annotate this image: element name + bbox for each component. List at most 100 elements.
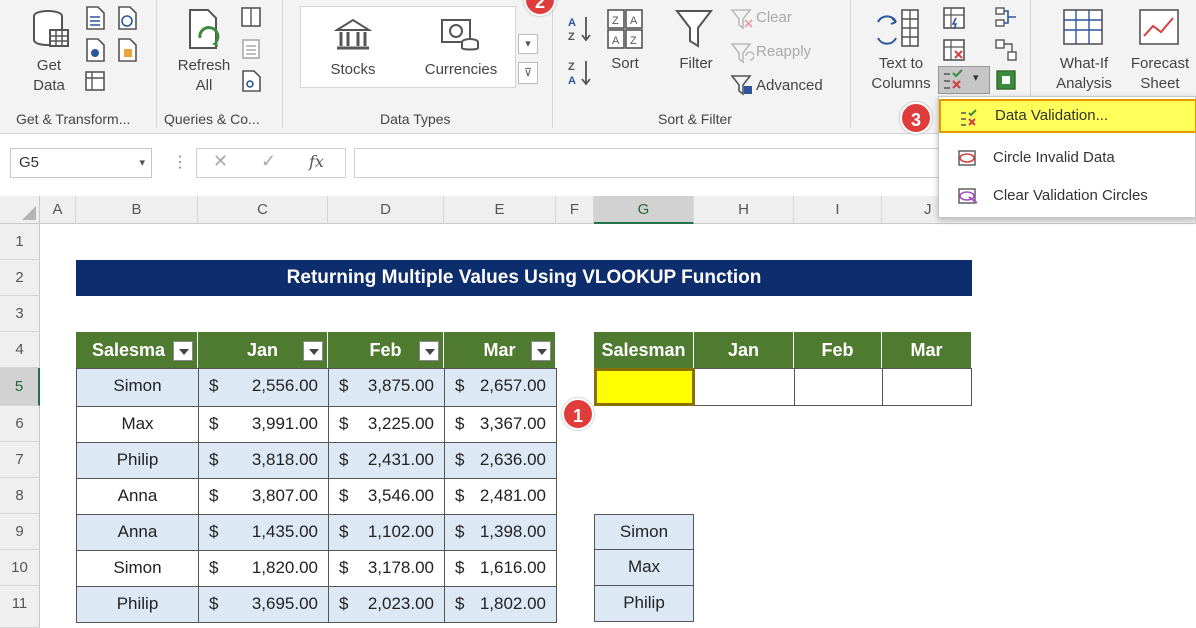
data-validation-dropdown-button[interactable]: ▾ <box>938 66 990 94</box>
amount-cell[interactable]: $2,657.00 <box>444 368 557 407</box>
right-cell-i5[interactable] <box>794 368 883 406</box>
column-header-c[interactable]: C <box>198 196 328 224</box>
edit-links-icon[interactable] <box>240 70 262 92</box>
column-header-a[interactable]: A <box>40 196 76 224</box>
from-web-icon[interactable] <box>116 6 138 30</box>
column-header-f[interactable]: F <box>556 196 594 224</box>
row-header-5[interactable]: 5 <box>0 368 40 406</box>
amount-cell[interactable]: $1,398.00 <box>444 514 557 551</box>
amount-cell[interactable]: $2,431.00 <box>328 442 445 479</box>
amount-cell[interactable]: $3,875.00 <box>328 368 445 407</box>
refresh-all-button[interactable]: Refresh All <box>174 56 234 96</box>
enter-icon[interactable]: ✓ <box>261 151 276 172</box>
filter-dropdown-button[interactable] <box>303 341 323 361</box>
existing-connections-icon[interactable] <box>84 70 106 92</box>
flash-fill-icon[interactable] <box>942 6 966 30</box>
column-header-e[interactable]: E <box>444 196 556 224</box>
name-list-item[interactable]: Max <box>594 550 694 586</box>
recent-sources-icon[interactable] <box>116 38 138 62</box>
amount-cell[interactable]: $3,991.00 <box>198 406 329 443</box>
salesman-cell[interactable]: Max <box>76 406 199 443</box>
amount-cell[interactable]: $1,802.00 <box>444 586 557 623</box>
salesman-cell[interactable]: Anna <box>76 478 199 515</box>
consolidate-icon[interactable] <box>994 6 1018 30</box>
amount-cell[interactable]: $2,556.00 <box>198 368 329 407</box>
column-header-g[interactable]: G <box>594 196 694 224</box>
what-if-analysis-button[interactable]: What-If Analysis <box>1046 54 1122 94</box>
sort-z-a-icon[interactable]: ZA <box>568 58 594 88</box>
menu-item-circle-invalid-data[interactable]: Circle Invalid Data <box>939 141 1196 175</box>
column-header-h[interactable]: H <box>694 196 794 224</box>
right-cell-h5[interactable] <box>694 368 795 406</box>
amount-cell[interactable]: $1,616.00 <box>444 550 557 587</box>
amount-value: 2,657.00 <box>479 376 546 395</box>
filter-dropdown-button[interactable] <box>173 341 193 361</box>
column-header-i[interactable]: I <box>794 196 882 224</box>
row-header-4[interactable]: 4 <box>0 332 40 368</box>
get-data-button[interactable]: Get Data <box>20 56 78 96</box>
salesman-cell[interactable]: Philip <box>76 586 199 623</box>
from-table-icon[interactable] <box>84 38 106 62</box>
cancel-icon[interactable]: ✕ <box>213 151 228 172</box>
salesman-cell[interactable]: Anna <box>76 514 199 551</box>
sort-a-z-icon[interactable]: AZ <box>568 14 594 44</box>
selected-cell-g5[interactable] <box>594 368 695 406</box>
reapply-button[interactable]: Reapply <box>756 42 811 62</box>
row-header-3[interactable]: 3 <box>0 296 40 332</box>
gallery-more-button[interactable]: ▾ <box>518 34 538 54</box>
row-header-7[interactable]: 7 <box>0 442 40 478</box>
amount-cell[interactable]: $2,636.00 <box>444 442 557 479</box>
amount-value: 2,636.00 <box>479 450 546 469</box>
amount-cell[interactable]: $1,820.00 <box>198 550 329 587</box>
currencies-button[interactable]: Currencies <box>416 60 506 80</box>
forecast-sheet-button[interactable]: Forecast Sheet <box>1124 54 1196 94</box>
amount-cell[interactable]: $3,807.00 <box>198 478 329 515</box>
amount-cell[interactable]: $3,367.00 <box>444 406 557 443</box>
salesman-cell[interactable]: Simon <box>76 550 199 587</box>
amount-cell[interactable]: $2,023.00 <box>328 586 445 623</box>
select-all-corner[interactable] <box>0 196 40 224</box>
clear-button[interactable]: Clear <box>756 8 792 28</box>
stocks-button[interactable]: Stocks <box>320 60 386 80</box>
manage-data-model-icon[interactable] <box>994 68 1018 92</box>
advanced-button[interactable]: Advanced <box>756 76 823 96</box>
relationships-icon[interactable] <box>994 38 1018 62</box>
amount-cell[interactable]: $3,225.00 <box>328 406 445 443</box>
row-header-8[interactable]: 8 <box>0 478 40 514</box>
row-header-10[interactable]: 10 <box>0 550 40 586</box>
row-header-1[interactable]: 1 <box>0 224 40 260</box>
filter-button[interactable]: Filter <box>672 54 720 74</box>
column-header-b[interactable]: B <box>76 196 198 224</box>
gallery-expand-button[interactable]: ⊽ <box>518 62 538 84</box>
row-header-6[interactable]: 6 <box>0 406 40 442</box>
filter-dropdown-button[interactable] <box>531 341 551 361</box>
insert-function-icon[interactable]: fx <box>309 152 324 171</box>
amount-cell[interactable]: $3,546.00 <box>328 478 445 515</box>
queries-connections-icon[interactable] <box>240 6 262 28</box>
sort-button[interactable]: Sort <box>604 54 646 74</box>
amount-cell[interactable]: $3,695.00 <box>198 586 329 623</box>
name-list-item[interactable]: Simon <box>594 514 694 550</box>
text-to-columns-button[interactable]: Text to Columns <box>862 54 940 94</box>
salesman-cell[interactable]: Simon <box>76 368 199 407</box>
salesman-cell[interactable]: Philip <box>76 442 199 479</box>
column-header-d[interactable]: D <box>328 196 444 224</box>
row-header-9[interactable]: 9 <box>0 514 40 550</box>
name-list-item[interactable]: Philip <box>594 586 694 622</box>
row-header-2[interactable]: 2 <box>0 260 40 296</box>
filter-dropdown-button[interactable] <box>419 341 439 361</box>
remove-duplicates-icon[interactable] <box>942 38 966 62</box>
amount-cell[interactable]: $3,178.00 <box>328 550 445 587</box>
row-header-11[interactable]: 11 <box>0 586 40 628</box>
right-cell-j5[interactable] <box>882 368 972 406</box>
menu-item-data-validation[interactable]: Data Validation... <box>939 99 1196 133</box>
from-text-icon[interactable] <box>84 6 106 30</box>
currency-symbol: $ <box>455 376 465 395</box>
amount-cell[interactable]: $3,818.00 <box>198 442 329 479</box>
amount-cell[interactable]: $2,481.00 <box>444 478 557 515</box>
amount-cell[interactable]: $1,435.00 <box>198 514 329 551</box>
properties-icon[interactable] <box>240 38 262 60</box>
amount-cell[interactable]: $1,102.00 <box>328 514 445 551</box>
menu-item-clear-validation-circles[interactable]: Clear Validation Circles <box>939 179 1196 213</box>
name-box[interactable]: G5 ▾ <box>10 148 152 178</box>
